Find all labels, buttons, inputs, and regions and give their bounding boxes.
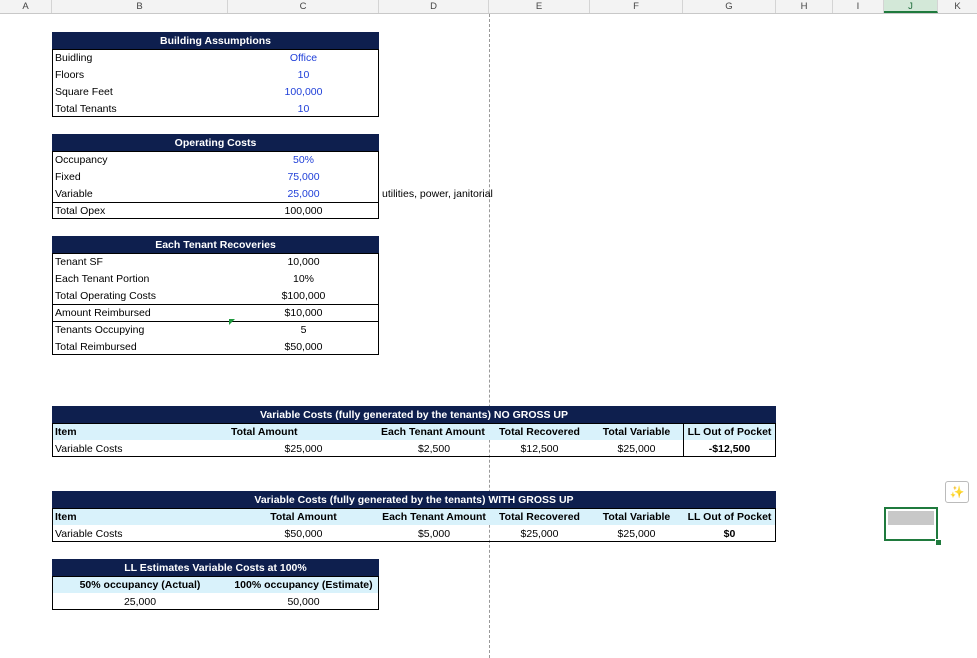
ll-estimates-estimate-value[interactable]: 50,000	[228, 594, 379, 611]
no-gross-up-item[interactable]: Variable Costs	[55, 441, 123, 458]
no-gross-up-col-total-variable[interactable]: Total Variable	[590, 424, 683, 441]
column-header-d[interactable]: D	[379, 0, 489, 13]
ll-estimates-col-estimate[interactable]: 100% occupancy (Estimate)	[228, 577, 379, 594]
tenant-sf-label[interactable]: Tenant SF	[55, 254, 103, 271]
column-header-a[interactable]: A	[0, 0, 52, 13]
amount-reimbursed-label[interactable]: Amount Reimbursed	[55, 305, 151, 322]
total-opex-value[interactable]: 100,000	[228, 203, 379, 220]
total-tenants-value[interactable]: 10	[228, 101, 379, 118]
variable-label[interactable]: Variable	[55, 186, 93, 203]
total-reimbursed-label[interactable]: Total Reimbursed	[55, 339, 137, 356]
floors-label[interactable]: Floors	[55, 67, 84, 84]
no-gross-up-header: Variable Costs (fully generated by the t…	[52, 406, 776, 423]
floors-value[interactable]: 10	[228, 67, 379, 84]
tenant-portion-value[interactable]: 10%	[228, 271, 379, 288]
no-gross-up-col-item[interactable]: Item	[55, 424, 77, 441]
no-gross-up-col-each-tenant[interactable]: Each Tenant Amount	[381, 424, 485, 441]
no-gross-up-col-total-recovered[interactable]: Total Recovered	[489, 424, 590, 441]
total-operating-costs-value[interactable]: $100,000	[228, 288, 379, 305]
building-assumptions-header: Building Assumptions	[52, 32, 379, 49]
fixed-label[interactable]: Fixed	[55, 169, 81, 186]
variable-value[interactable]: 25,000	[228, 186, 379, 203]
column-header-h[interactable]: H	[776, 0, 833, 13]
fill-handle[interactable]	[935, 539, 942, 546]
no-gross-up-total-recovered[interactable]: $12,500	[489, 441, 590, 458]
occupancy-label[interactable]: Occupancy	[55, 152, 108, 169]
with-gross-up-col-item[interactable]: Item	[55, 509, 77, 526]
selected-cell-fill	[888, 511, 934, 525]
no-gross-up-col-total-amount[interactable]: Total Amount	[231, 424, 298, 441]
column-header-j[interactable]: J	[884, 0, 938, 13]
ll-estimates-header: LL Estimates Variable Costs at 100%	[52, 559, 379, 576]
with-gross-up-total-recovered[interactable]: $25,000	[489, 526, 590, 543]
with-gross-up-item[interactable]: Variable Costs	[55, 526, 123, 543]
building-label[interactable]: Buidling	[55, 50, 92, 67]
with-gross-up-each-tenant[interactable]: $5,000	[379, 526, 489, 543]
selected-cell[interactable]	[884, 507, 938, 541]
with-gross-up-col-each-tenant[interactable]: Each Tenant Amount	[379, 509, 489, 526]
column-header-i[interactable]: I	[833, 0, 884, 13]
no-gross-up-total-amount[interactable]: $25,000	[228, 441, 379, 458]
no-gross-up-total-variable[interactable]: $25,000	[590, 441, 683, 458]
column-header-bar: A B C D E F G H I J K	[0, 0, 977, 14]
building-value[interactable]: Office	[228, 50, 379, 67]
with-gross-up-total-variable[interactable]: $25,000	[590, 526, 683, 543]
column-header-g[interactable]: G	[683, 0, 776, 13]
with-gross-up-header: Variable Costs (fully generated by the t…	[52, 491, 776, 508]
no-gross-up-each-tenant[interactable]: $2,500	[379, 441, 489, 458]
total-opex-label[interactable]: Total Opex	[55, 203, 105, 220]
tenant-portion-label[interactable]: Each Tenant Portion	[55, 271, 149, 288]
with-gross-up-col-ll-out-of-pocket[interactable]: LL Out of Pocket	[683, 509, 776, 526]
tenant-recoveries-header: Each Tenant Recoveries	[52, 236, 379, 253]
tenants-occupying-label[interactable]: Tenants Occupying	[55, 322, 144, 339]
no-gross-up-ll-out-of-pocket[interactable]: -$12,500	[683, 441, 776, 458]
page-break-line	[489, 14, 490, 658]
ll-estimates-actual-value[interactable]: 25,000	[52, 594, 228, 611]
column-header-e[interactable]: E	[489, 0, 590, 13]
variable-note[interactable]: utilities, power, janitorial	[382, 186, 493, 203]
no-gross-up-col-ll-out-of-pocket[interactable]: LL Out of Pocket	[683, 424, 776, 441]
with-gross-up-col-total-recovered[interactable]: Total Recovered	[489, 509, 590, 526]
tenants-occupying-value[interactable]: 5	[228, 322, 379, 339]
with-gross-up-col-total-amount[interactable]: Total Amount	[228, 509, 379, 526]
tenant-sf-value[interactable]: 10,000	[228, 254, 379, 271]
amount-reimbursed-value[interactable]: $10,000	[228, 305, 379, 322]
column-header-f[interactable]: F	[590, 0, 683, 13]
ll-estimates-col-actual[interactable]: 50% occupancy (Actual)	[52, 577, 228, 594]
with-gross-up-ll-out-of-pocket[interactable]: $0	[683, 526, 776, 543]
square-feet-value[interactable]: 100,000	[228, 84, 379, 101]
column-header-b[interactable]: B	[52, 0, 228, 13]
occupancy-value[interactable]: 50%	[228, 152, 379, 169]
column-header-c[interactable]: C	[228, 0, 379, 13]
with-gross-up-col-total-variable[interactable]: Total Variable	[590, 509, 683, 526]
square-feet-label[interactable]: Square Feet	[55, 84, 113, 101]
fixed-value[interactable]: 75,000	[228, 169, 379, 186]
with-gross-up-total-amount[interactable]: $50,000	[228, 526, 379, 543]
operating-costs-header: Operating Costs	[52, 134, 379, 151]
total-reimbursed-value[interactable]: $50,000	[228, 339, 379, 356]
column-header-k[interactable]: K	[938, 0, 977, 13]
total-tenants-label[interactable]: Total Tenants	[55, 101, 117, 118]
copilot-sparkle-button[interactable]: ✨	[945, 481, 969, 503]
total-operating-costs-label[interactable]: Total Operating Costs	[55, 288, 156, 305]
sparkle-icon: ✨	[949, 485, 965, 499]
